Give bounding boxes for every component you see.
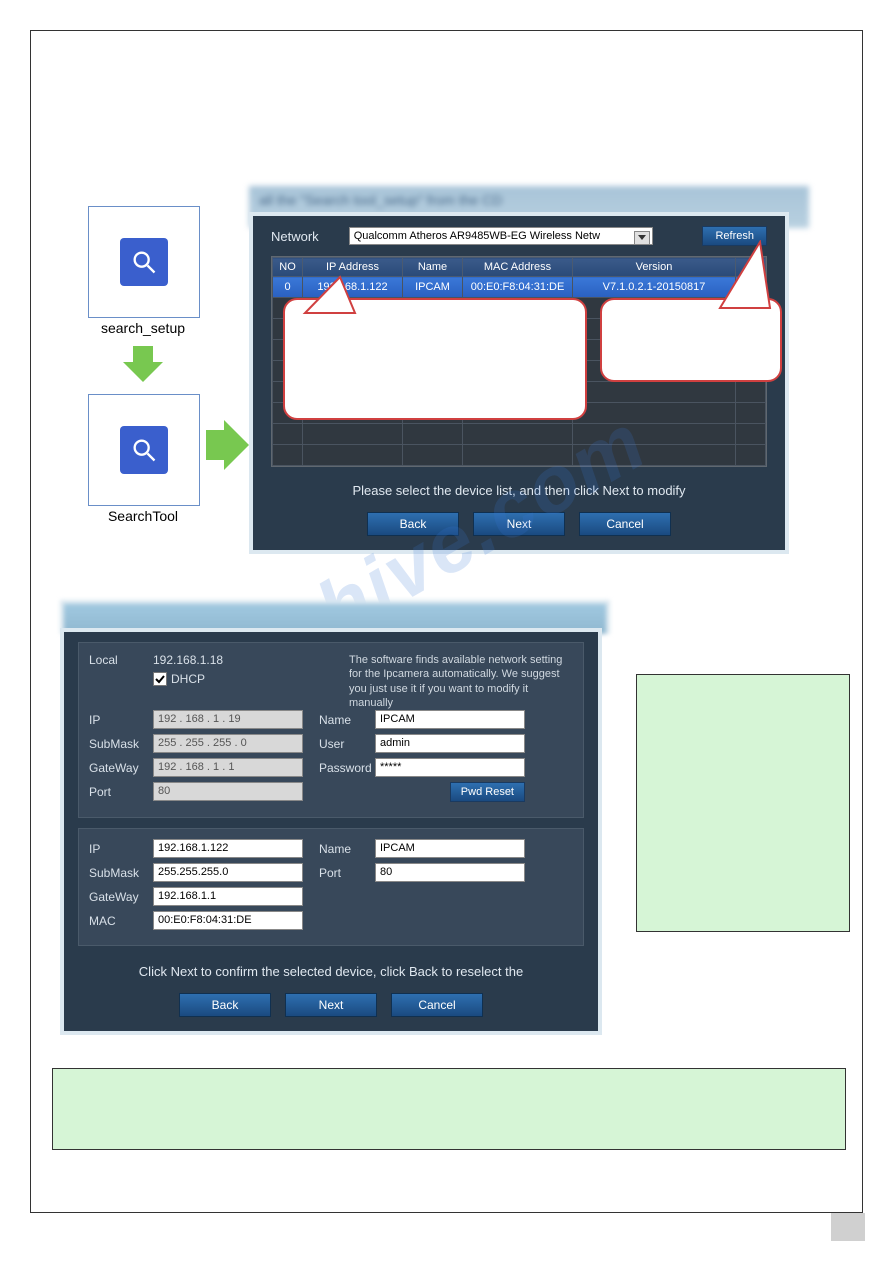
- dialog2-instruction: Click Next to confirm the selected devic…: [64, 956, 598, 983]
- info-text: The software finds available network set…: [349, 653, 573, 710]
- callout-right-tail: [700, 240, 780, 310]
- ip-label-2: IP: [89, 842, 153, 856]
- cam-name-input[interactable]: IPCAM: [375, 710, 525, 729]
- arrow-right-icon: [206, 430, 226, 460]
- config-panel-bottom: IP192.168.1.122 SubMask255.255.255.0 Gat…: [78, 828, 584, 946]
- ip-label: IP: [89, 713, 153, 727]
- config-panel-top: Local 192.168.1.18 DHCP The software fin…: [78, 642, 584, 818]
- next-button[interactable]: Next: [473, 512, 565, 536]
- mac-input[interactable]: 00:E0:F8:04:31:DE: [153, 911, 303, 930]
- col-name: Name: [403, 258, 463, 277]
- annotation-box-bottom: [52, 1068, 846, 1150]
- arrow-down-head: [123, 362, 163, 382]
- next-button-2[interactable]: Next: [285, 993, 377, 1017]
- submask-input-2[interactable]: 255.255.255.0: [153, 863, 303, 882]
- chevron-down-icon: [638, 235, 646, 240]
- dhcp-checkbox[interactable]: [153, 672, 167, 686]
- submask-label-2: SubMask: [89, 866, 153, 880]
- network-config-dialog: Local 192.168.1.18 DHCP The software fin…: [60, 628, 602, 1035]
- gateway-label: GateWay: [89, 761, 153, 775]
- user-input[interactable]: admin: [375, 734, 525, 753]
- port-label-2: Port: [319, 866, 375, 880]
- local-label: Local: [89, 653, 153, 667]
- callout-left-tail: [300, 275, 380, 315]
- submask-input[interactable]: 255 . 255 . 255 . 0: [153, 734, 303, 753]
- search-setup-label: search_setup: [88, 320, 198, 336]
- ip-input[interactable]: 192 . 168 . 1 . 19: [153, 710, 303, 729]
- dhcp-label: DHCP: [171, 672, 205, 686]
- table-row: [273, 445, 766, 466]
- pwd-reset-button[interactable]: Pwd Reset: [450, 782, 525, 802]
- search-tool-shortcut[interactable]: [88, 394, 200, 506]
- search-icon: [120, 238, 168, 286]
- col-mac: MAC Address: [463, 258, 573, 277]
- port-input[interactable]: 80: [153, 782, 303, 801]
- port-input-2[interactable]: 80: [375, 863, 525, 882]
- mac-label: MAC: [89, 914, 153, 928]
- gateway-label-2: GateWay: [89, 890, 153, 904]
- password-label: Password: [319, 761, 375, 775]
- cam-name-label: Name: [319, 713, 375, 727]
- user-label: User: [319, 737, 375, 751]
- annotation-box-right: [636, 674, 850, 932]
- cancel-button-2[interactable]: Cancel: [391, 993, 483, 1017]
- search-setup-shortcut[interactable]: [88, 206, 200, 318]
- local-ip-value: 192.168.1.18: [153, 653, 223, 667]
- search-icon: [120, 426, 168, 474]
- dialog1-instruction: Please select the device list, and then …: [253, 475, 785, 502]
- gateway-input-2[interactable]: 192.168.1.1: [153, 887, 303, 906]
- col-no: NO: [273, 258, 303, 277]
- network-adapter-value: Qualcomm Atheros AR9485WB-EG Wireless Ne…: [354, 230, 600, 242]
- network-adapter-select[interactable]: Qualcomm Atheros AR9485WB-EG Wireless Ne…: [349, 227, 653, 245]
- callout-right: [600, 298, 782, 382]
- submask-label: SubMask: [89, 737, 153, 751]
- arrow-right-head: [224, 420, 249, 470]
- cam-name-input-2[interactable]: IPCAM: [375, 839, 525, 858]
- table-row: [273, 424, 766, 445]
- network-label: Network: [271, 229, 319, 244]
- gateway-input[interactable]: 192 . 168 . 1 . 1: [153, 758, 303, 777]
- password-input[interactable]: *****: [375, 758, 525, 777]
- cam-name-label-2: Name: [319, 842, 375, 856]
- back-button-2[interactable]: Back: [179, 993, 271, 1017]
- ip-input-2[interactable]: 192.168.1.122: [153, 839, 303, 858]
- callout-left: [283, 298, 587, 420]
- search-tool-label: SearchTool: [88, 508, 198, 524]
- back-button[interactable]: Back: [367, 512, 459, 536]
- page-number-box: [831, 1213, 865, 1241]
- cancel-button[interactable]: Cancel: [579, 512, 671, 536]
- col-ip: IP Address: [303, 258, 403, 277]
- port-label: Port: [89, 785, 153, 799]
